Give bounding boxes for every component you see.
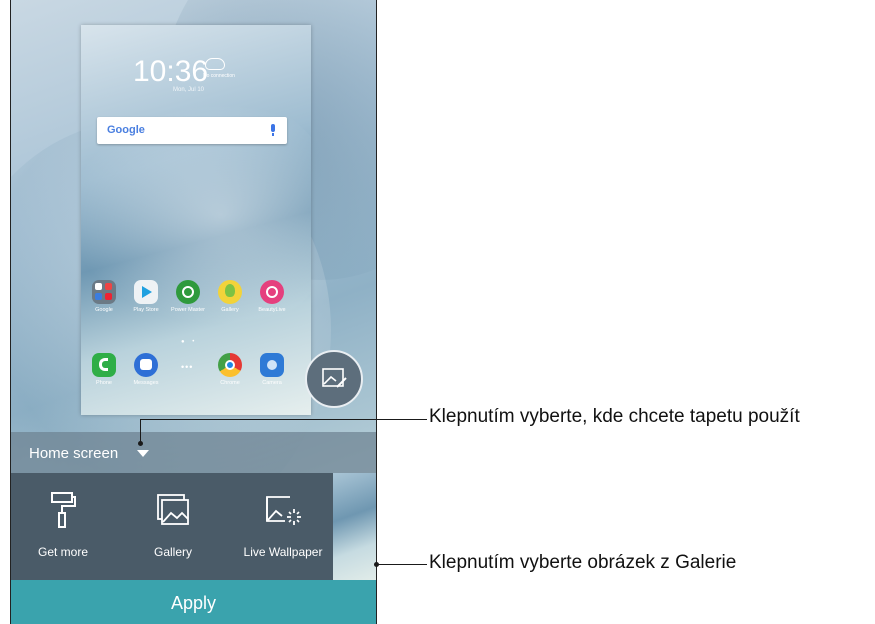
clock-text: 10:36 <box>133 55 209 88</box>
beautylive-icon <box>260 280 284 304</box>
get-more-label: Get more <box>37 545 88 559</box>
wallpaper-source-picker: Get more Gallery Live Wallpaper <box>11 473 376 580</box>
apply-button[interactable]: Apply <box>11 580 376 624</box>
wallpaper-target-dropdown[interactable]: Home screen <box>11 432 376 473</box>
callout-line-gallery <box>377 564 427 565</box>
app-chrome: Chrome <box>213 353 247 387</box>
live-wallpaper-icon <box>266 496 301 525</box>
gallery-label: Gallery <box>153 545 192 559</box>
cloud-icon <box>205 58 225 70</box>
chrome-icon <box>218 353 242 377</box>
page-indicator: ● • <box>181 339 198 345</box>
app-beautylive: BeautyLive <box>255 280 289 314</box>
gallery-option[interactable]: Gallery <box>123 491 223 559</box>
callout-mode-text: Klepnutím vyberte, kde chcete tapetu pou… <box>429 406 800 427</box>
home-screen-preview: 10:36 No connection Mon, Jul 10 Google G… <box>81 25 311 415</box>
google-folder-icon <box>92 280 116 304</box>
google-search-bar: Google <box>97 117 287 144</box>
power-master-icon <box>176 280 200 304</box>
live-wallpaper-label: Live Wallpaper <box>243 545 323 559</box>
caret-down-icon <box>137 450 149 457</box>
callout-gallery-text: Klepnutím vyberte obrázek z Galerie <box>429 552 737 573</box>
date-text: Mon, Jul 10 <box>173 87 205 93</box>
gallery-icon <box>157 494 189 525</box>
live-wallpaper-option[interactable]: Live Wallpaper <box>233 491 333 559</box>
app-messages: Messages <box>129 353 163 387</box>
app-gallery: Gallery <box>213 280 247 314</box>
gallery-app-icon <box>218 280 242 304</box>
dropdown-label: Home screen <box>29 445 119 462</box>
apply-label: Apply <box>170 593 217 613</box>
get-more-option[interactable]: Get more <box>13 491 113 559</box>
app-google: Google <box>87 280 121 314</box>
app-camera: Camera <box>255 353 289 387</box>
messages-icon <box>134 353 158 377</box>
app-play-store: Play Store <box>129 280 163 314</box>
mic-icon <box>271 124 275 136</box>
wallpaper-thumbnail[interactable] <box>333 473 376 580</box>
phone-icon <box>92 353 116 377</box>
paint-roller-icon <box>51 492 76 528</box>
image-edit-icon <box>322 368 347 388</box>
google-logo: Google <box>107 124 145 136</box>
app-power-master: Power Master <box>171 280 205 314</box>
camera-icon <box>260 353 284 377</box>
app-drawer-icon: ••• <box>181 362 194 372</box>
wallpaper-screen: 10:36 No connection Mon, Jul 10 Google G… <box>10 0 377 624</box>
app-phone: Phone <box>87 353 121 387</box>
play-store-icon <box>134 280 158 304</box>
edit-wallpaper-button[interactable] <box>305 350 363 408</box>
callout-line-mode-vertical <box>140 419 141 443</box>
callout-dot-mode <box>138 441 143 446</box>
weather-status: No connection <box>203 73 235 79</box>
callout-line-mode <box>140 419 427 420</box>
app-drawer: ••• <box>171 353 205 377</box>
